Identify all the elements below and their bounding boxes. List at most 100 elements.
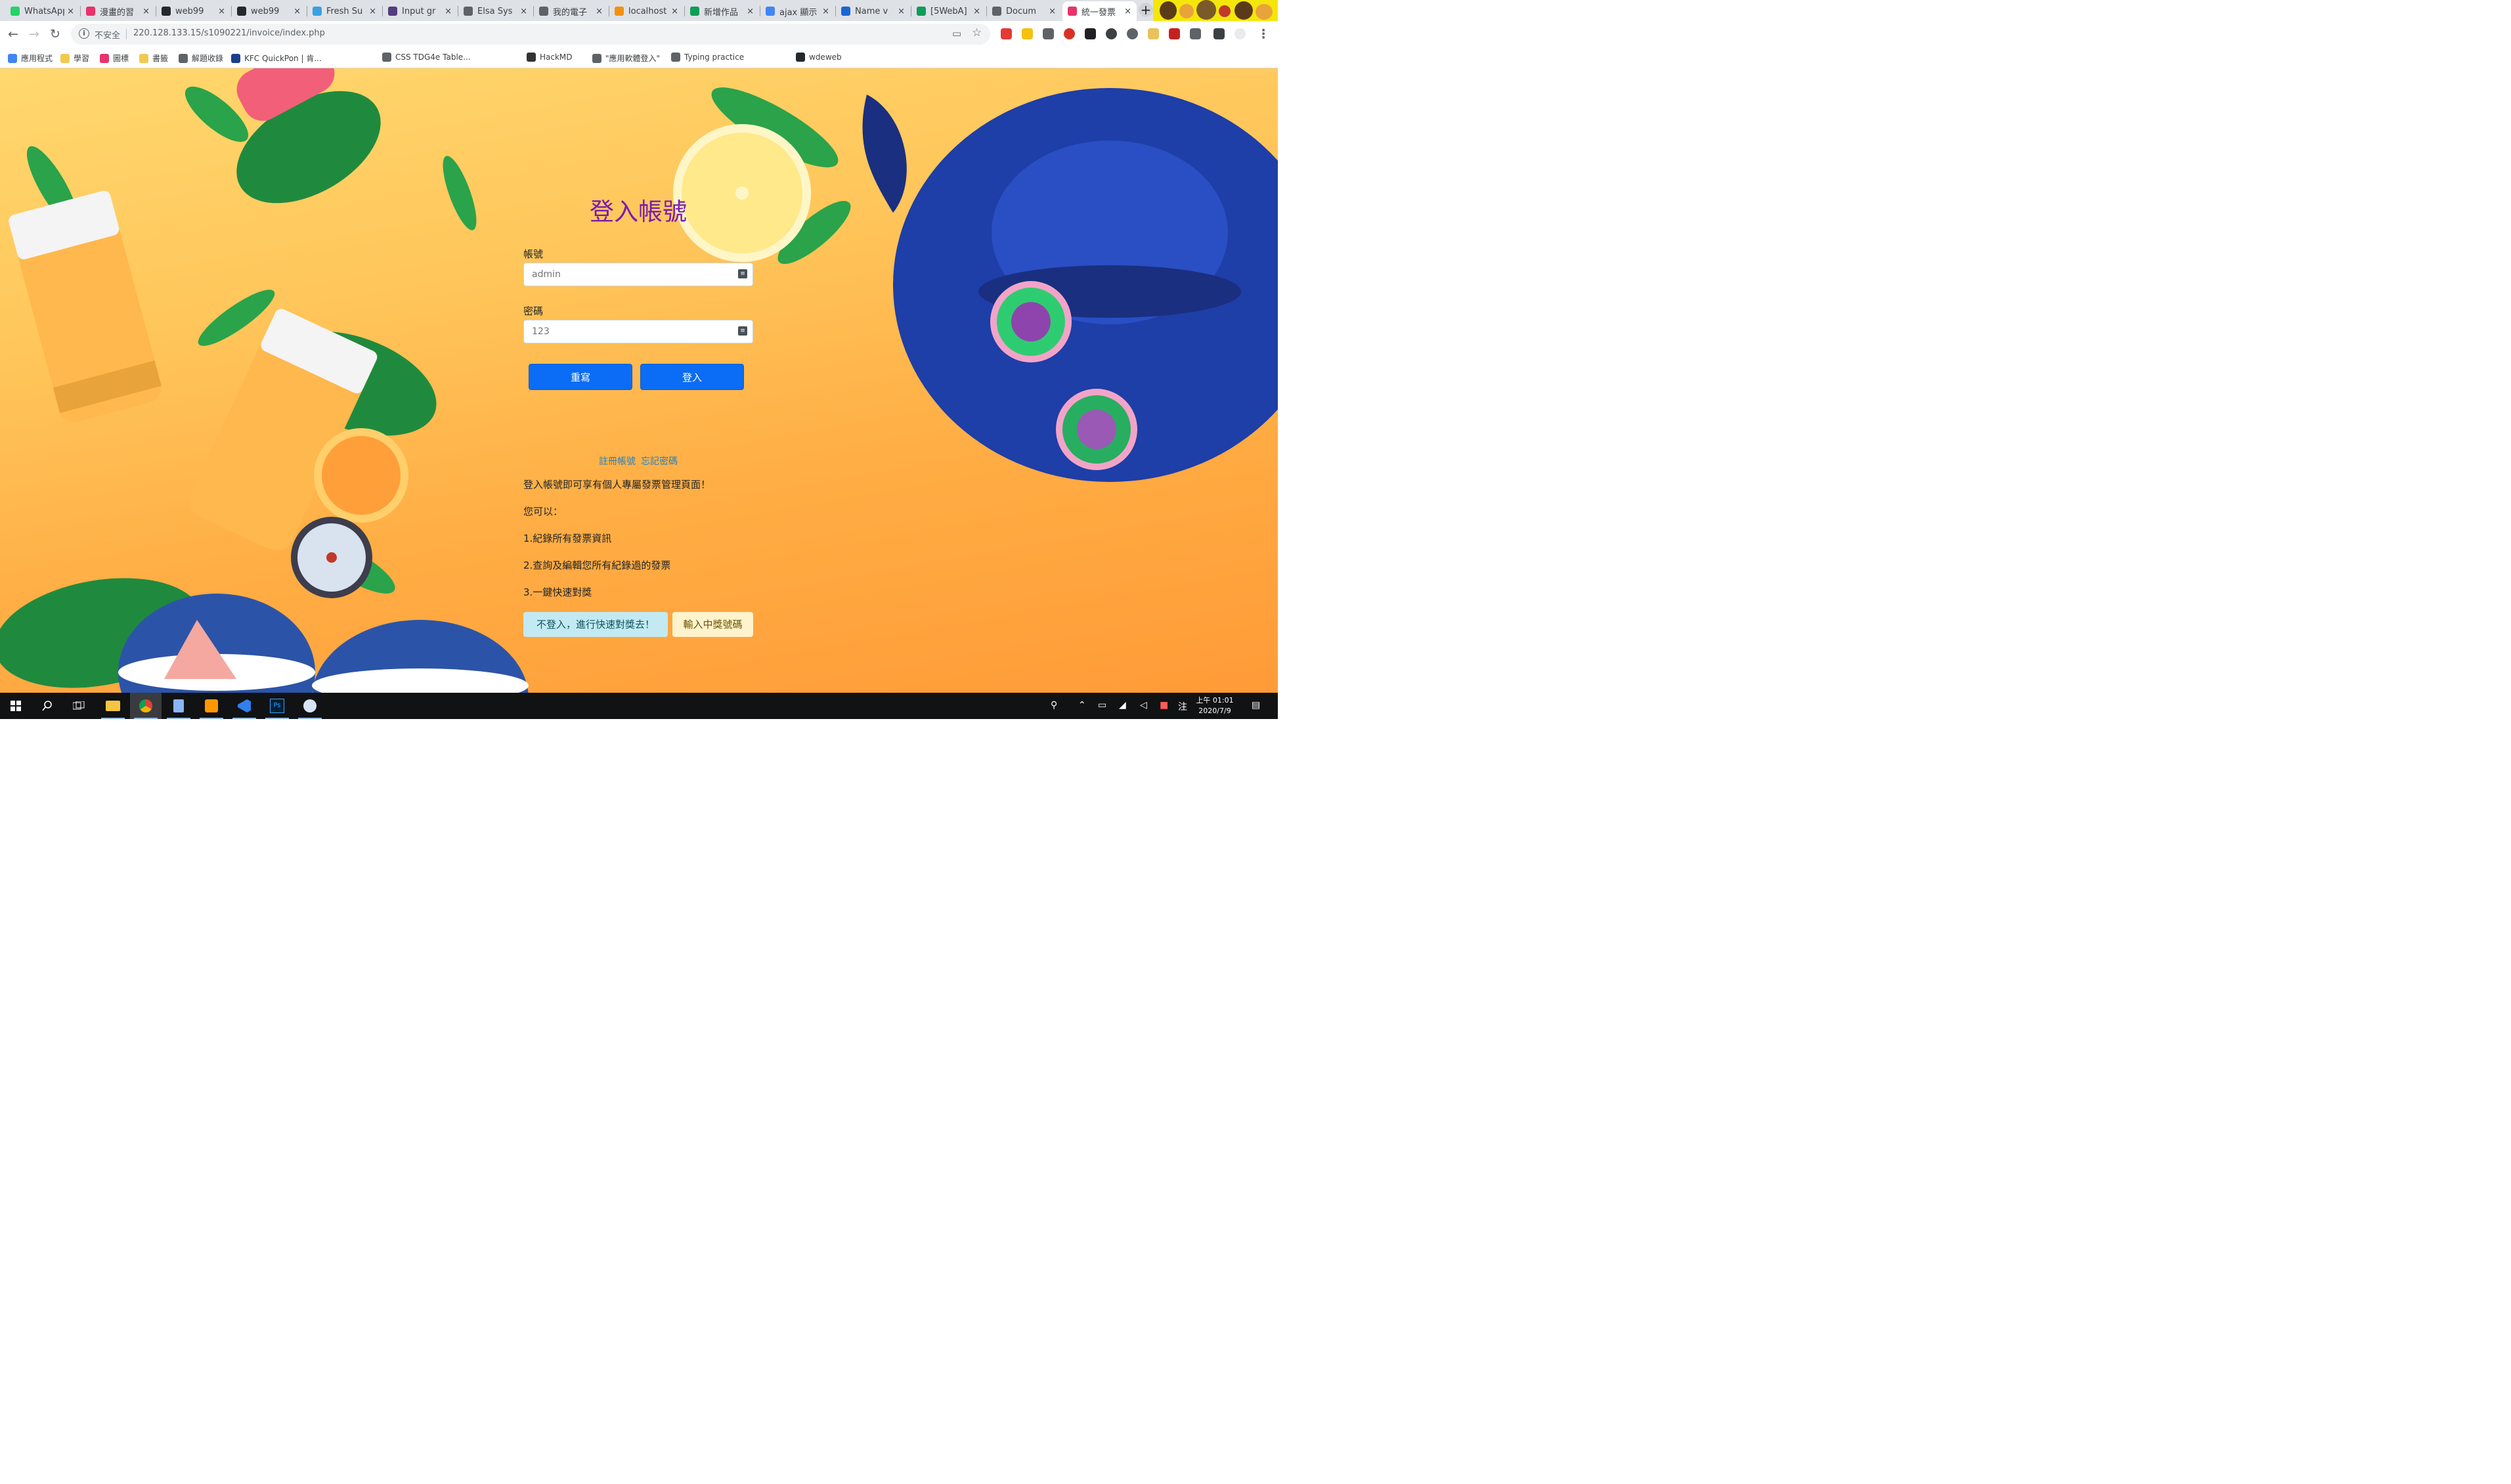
browser-tab[interactable]: Docum × — [987, 1, 1061, 21]
search-icon — [42, 701, 52, 711]
volume-icon[interactable]: ◁ — [1140, 700, 1147, 710]
start-button[interactable] — [0, 693, 32, 719]
bookmark-icon — [671, 53, 680, 62]
tab-close-icon[interactable]: × — [1049, 7, 1056, 16]
cast-icon[interactable]: ▭ — [952, 28, 961, 39]
autofill-icon[interactable]: ≡ — [738, 326, 747, 336]
info-icon[interactable]: i — [79, 28, 89, 39]
browser-tab[interactable]: Input gr × — [383, 1, 457, 21]
battery-icon[interactable]: ▭ — [1098, 700, 1106, 710]
taskbar-app-sublime[interactable] — [196, 693, 227, 719]
extension-icon[interactable] — [1085, 28, 1096, 39]
bookmark-label: wdeweb — [809, 53, 842, 62]
tab-close-icon[interactable]: × — [596, 7, 603, 16]
tab-close-icon[interactable]: × — [1124, 7, 1131, 16]
browser-tab[interactable]: Name v × — [836, 1, 910, 21]
taskbar-app-photoshop[interactable]: Ps — [261, 693, 293, 719]
bookmark-item[interactable]: HackMD — [527, 53, 573, 62]
back-button[interactable]: ← — [5, 26, 21, 42]
browser-tab[interactable]: Fresh Su × — [307, 1, 382, 21]
tab-close-icon[interactable]: × — [294, 7, 301, 16]
extension-icon[interactable] — [1001, 28, 1012, 39]
password-field[interactable]: ≡ — [523, 320, 753, 343]
search-button[interactable] — [32, 693, 63, 719]
taskbar-app-file-explorer[interactable] — [97, 693, 129, 719]
forward-button[interactable]: → — [26, 26, 42, 42]
browser-tab[interactable]: localhost × — [609, 1, 684, 21]
bookmark-item[interactable]: wdeweb — [796, 53, 842, 62]
bookmark-item[interactable]: 解題收錄 — [179, 53, 223, 64]
taskbar-app-chrome[interactable] — [130, 693, 162, 719]
task-view-button[interactable] — [63, 693, 95, 719]
quick-check-button[interactable]: 不登入，進行快速對獎去！ — [523, 612, 668, 637]
reload-button[interactable]: ↻ — [47, 26, 63, 42]
browser-tab[interactable]: ajax 顯示 × — [760, 1, 835, 21]
new-tab-button[interactable]: + — [1139, 3, 1153, 17]
extension-icon[interactable] — [1043, 28, 1054, 39]
extension-icon[interactable] — [1169, 28, 1180, 39]
tab-close-icon[interactable]: × — [671, 7, 678, 16]
bookmark-star-icon[interactable]: ☆ — [972, 26, 982, 39]
tab-close-icon[interactable]: × — [218, 7, 225, 16]
browser-tab[interactable]: 新增作品 × — [685, 1, 759, 21]
extension-icon[interactable] — [1022, 28, 1033, 39]
autofill-icon[interactable]: ≡ — [738, 269, 747, 278]
account-field[interactable]: ≡ — [523, 263, 753, 286]
extension-icon[interactable] — [1106, 28, 1117, 39]
browser-tab[interactable]: 我的電子 × — [534, 1, 608, 21]
tab-close-icon[interactable]: × — [445, 7, 452, 16]
browser-tab[interactable]: Elsa Sys × — [458, 1, 533, 21]
extension-icon[interactable] — [1064, 28, 1075, 39]
winning-numbers-button[interactable]: 輸入中獎號碼 — [672, 612, 753, 637]
forgot-password-link[interactable]: 忘記密碼 — [641, 456, 678, 467]
extension-icon[interactable] — [1127, 28, 1138, 39]
password-input[interactable] — [524, 320, 737, 343]
bookmark-item[interactable]: CSS TDG4e Table... — [382, 53, 471, 62]
network-icon[interactable]: ◢ — [1119, 700, 1126, 710]
tab-close-icon[interactable]: × — [973, 7, 980, 16]
bookmark-label: "應用軟體登入" — [605, 54, 661, 63]
bookmark-item[interactable]: Typing practice — [671, 53, 744, 62]
taskbar-app-vscode[interactable] — [229, 693, 260, 719]
browser-tab[interactable]: WhatsApp × — [5, 1, 79, 21]
tab-close-icon[interactable]: × — [898, 7, 905, 16]
bookmark-item[interactable]: 圖標 — [100, 53, 129, 64]
tab-close-icon[interactable]: × — [142, 7, 150, 16]
bookmark-item[interactable]: 學習 — [60, 53, 89, 64]
extensions-puzzle-icon[interactable] — [1213, 28, 1225, 39]
account-input[interactable] — [524, 263, 737, 286]
taskbar-app[interactable] — [294, 693, 326, 719]
browser-tab[interactable]: 漫畫的習 × — [81, 1, 155, 21]
taskbar-app-notepad[interactable] — [163, 693, 194, 719]
notifications-icon[interactable]: ▤ — [1252, 700, 1260, 710]
tab-close-icon[interactable]: × — [822, 7, 829, 16]
show-hidden-icons-icon[interactable]: ⌃ — [1078, 700, 1086, 710]
login-button[interactable]: 登入 — [640, 364, 744, 390]
extension-icon[interactable] — [1148, 28, 1159, 39]
browser-tab[interactable]: web99 × — [232, 1, 306, 21]
address-bar[interactable]: i 不安全 220.128.133.15/s1090221/invoice/in… — [71, 24, 990, 45]
bookmark-item[interactable]: 書籤 — [139, 53, 168, 64]
reset-button[interactable]: 重寫 — [529, 364, 632, 390]
apps-shortcut[interactable]: 應用程式 — [8, 53, 53, 64]
tab-close-icon[interactable]: × — [520, 7, 527, 16]
clock[interactable]: 上午 01:01 2020/7/9 — [1192, 695, 1237, 716]
people-icon[interactable]: ⚲ — [1051, 700, 1057, 710]
tab-close-icon[interactable]: × — [369, 7, 376, 16]
url-text[interactable]: 220.128.133.15/s1090221/invoice/index.ph… — [133, 28, 325, 38]
tab-close-icon[interactable]: × — [747, 7, 754, 16]
profile-avatar[interactable] — [1234, 28, 1246, 39]
browser-tab[interactable]: web99 × — [156, 1, 230, 21]
bookmark-item[interactable]: KFC QuickPon | 肯... — [231, 53, 322, 64]
register-link[interactable]: 註冊帳號 — [599, 456, 636, 467]
account-label: 帳號 — [523, 248, 544, 260]
browser-menu-icon[interactable]: ⋮ — [1256, 26, 1271, 42]
extension-icon[interactable] — [1190, 28, 1201, 39]
ime-indicator[interactable]: 注 — [1178, 700, 1187, 713]
tab-close-icon[interactable]: × — [67, 7, 74, 16]
antivirus-icon[interactable]: ■ — [1160, 700, 1168, 710]
tab-favicon-icon — [86, 7, 95, 16]
browser-tab[interactable]: 統一發票 × — [1062, 1, 1137, 21]
browser-tab[interactable]: [5WebA] × — [911, 1, 986, 21]
bookmark-item[interactable]: "應用軟體登入" — [592, 53, 660, 64]
